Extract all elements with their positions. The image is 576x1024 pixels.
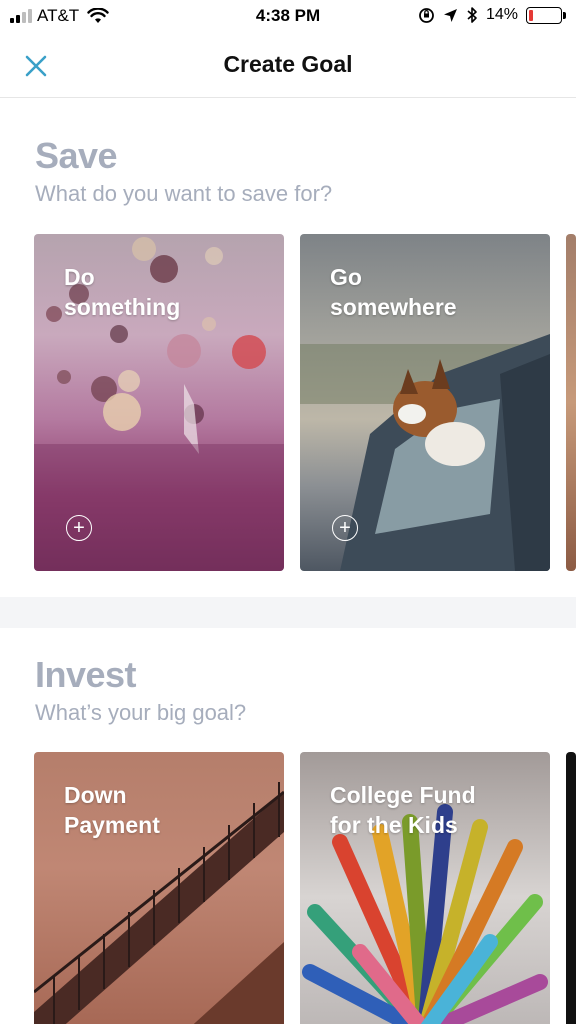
- plus-circle-icon[interactable]: +: [332, 515, 358, 541]
- bluetooth-icon: [467, 7, 477, 23]
- page-title: Create Goal: [223, 51, 353, 77]
- section-divider: [0, 597, 576, 628]
- nav-bar: Create Goal: [0, 34, 576, 98]
- next-card-peek[interactable]: [566, 752, 576, 1024]
- plus-circle-icon[interactable]: +: [66, 515, 92, 541]
- invest-section-title: Invest: [35, 654, 137, 695]
- save-section-title: Save: [35, 135, 118, 176]
- status-bar: AT&T 4:38 PM 14%: [0, 0, 576, 34]
- location-arrow-icon: [443, 8, 457, 22]
- invest-section-subtitle: What’s your big goal?: [35, 700, 247, 725]
- college-fund-card[interactable]: College Fund for the Kids: [300, 752, 550, 1024]
- do-something-card[interactable]: Do something +: [34, 234, 284, 571]
- battery-icon: [526, 6, 566, 24]
- go-somewhere-card[interactable]: Go somewhere +: [300, 234, 550, 571]
- save-section-subtitle: What do you want to save for?: [35, 181, 333, 206]
- down-payment-card[interactable]: Down Payment: [34, 752, 284, 1024]
- orientation-lock-icon: [419, 7, 434, 23]
- next-card-peek[interactable]: [566, 234, 576, 571]
- college-fund-label: College Fund for the Kids: [330, 782, 476, 838]
- do-something-label: Do something: [64, 264, 181, 320]
- status-right: 14%: [418, 6, 566, 24]
- battery-level: [529, 9, 534, 21]
- down-payment-label: Down Payment: [64, 782, 160, 838]
- go-somewhere-label: Go somewhere: [330, 264, 457, 320]
- battery-percent: 14%: [485, 6, 518, 23]
